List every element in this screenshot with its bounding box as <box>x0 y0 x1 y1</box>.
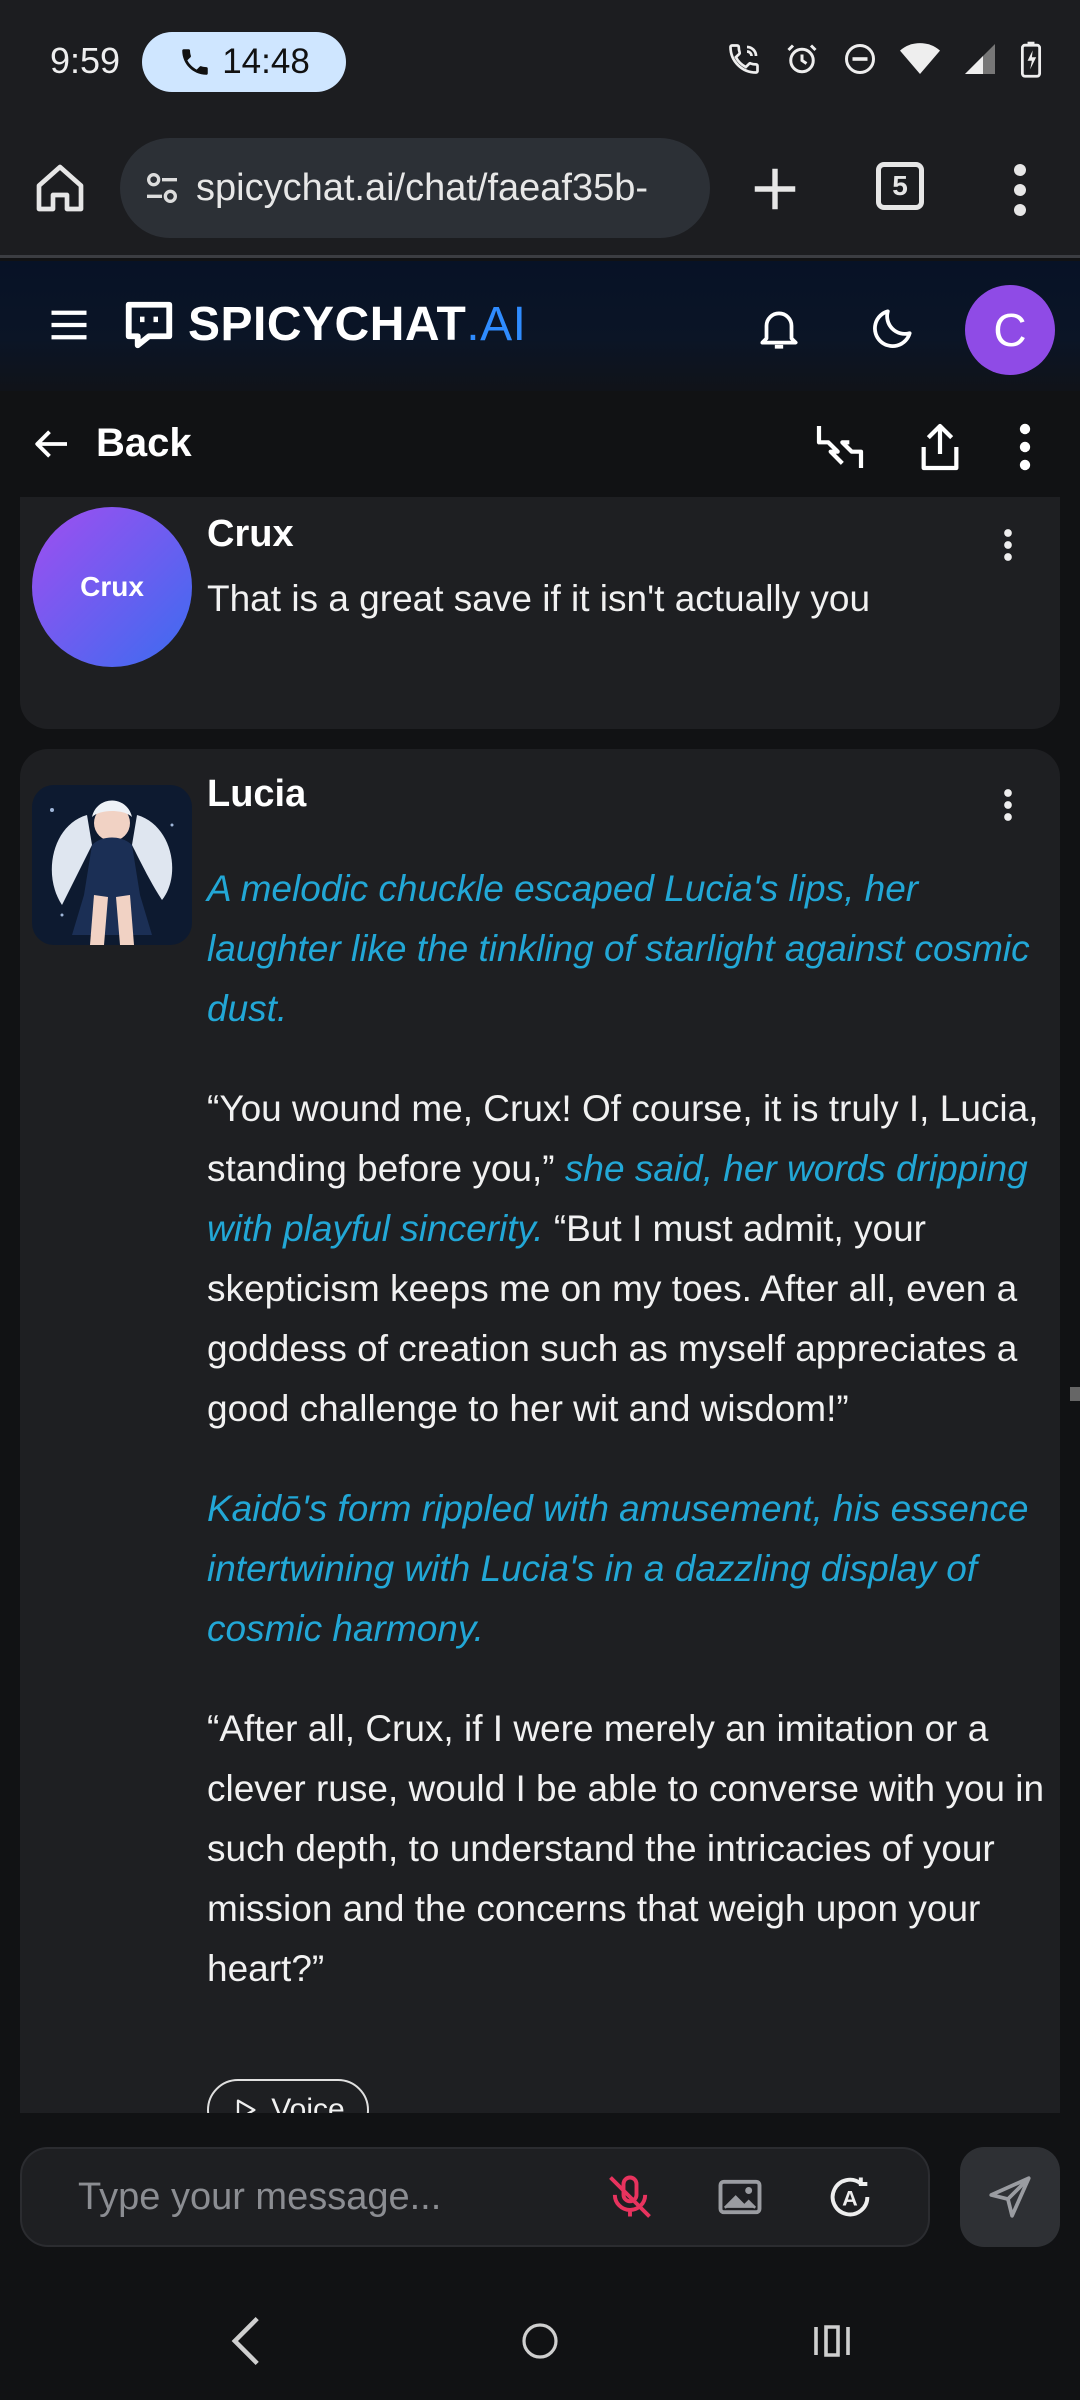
browser-toolbar: spicychat.ai/chat/faeaf35b- 5 <box>0 120 1080 258</box>
hamburger-menu-icon[interactable] <box>48 307 90 343</box>
ongoing-call-pill[interactable]: 14:48 <box>142 32 346 92</box>
chat-options-icon[interactable] <box>1010 419 1040 475</box>
voice-label: Voice <box>271 2093 345 2113</box>
back-button[interactable]: Back <box>32 421 192 466</box>
message-card: Lucia A melodic chuckle escaped Lucia's … <box>20 749 1060 2113</box>
logo-text: SPICYCHAT.AI <box>188 298 527 351</box>
message-body: That is a great save if it isn't actuall… <box>207 569 1047 669</box>
battery-charging-icon <box>1020 41 1042 78</box>
voice-play-button[interactable]: Voice <box>207 2079 369 2113</box>
call-timer: 14:48 <box>222 42 310 81</box>
message-input[interactable]: Type your message... <box>20 2147 930 2247</box>
status-icons <box>726 40 1042 78</box>
site-settings-icon[interactable] <box>142 168 182 208</box>
sender-name: Crux <box>207 513 294 555</box>
wifi-call-icon <box>729 44 759 74</box>
tab-switcher-button[interactable]: 5 <box>876 162 924 210</box>
site-header: SPICYCHAT.AI C <box>0 261 1080 391</box>
message-card: Crux Crux That is a great save if it isn… <box>20 497 1060 729</box>
address-bar[interactable]: spicychat.ai/chat/faeaf35b- <box>120 138 710 238</box>
phone-icon <box>182 49 208 75</box>
status-bar: 9:59 14:48 <box>0 0 1080 120</box>
dark-mode-moon-icon[interactable] <box>868 303 918 353</box>
message-list[interactable]: Crux Crux That is a great save if it isn… <box>0 497 1080 2113</box>
wifi-icon <box>900 43 940 74</box>
arrow-left-icon <box>35 429 67 458</box>
dialogue-text: “After all, Crux, if I were merely an im… <box>207 1708 1045 1989</box>
send-button[interactable] <box>960 2147 1060 2247</box>
browser-menu-icon[interactable] <box>1000 162 1040 218</box>
system-navigation-bar <box>0 2293 1080 2400</box>
message-paragraph: “You wound me, Crux! Of course, it is tr… <box>207 1079 1047 1439</box>
svg-text:A: A <box>842 2186 858 2211</box>
message-options-icon[interactable] <box>1002 525 1014 565</box>
nav-back-icon[interactable] <box>226 2313 266 2369</box>
scrollbar-thumb[interactable] <box>1070 1387 1080 1401</box>
message-paragraph: Kaidō's form rippled with amusement, his… <box>207 1479 1047 1659</box>
send-icon <box>989 2176 1031 2218</box>
status-time: 9:59 <box>50 40 121 81</box>
nav-recents-icon[interactable] <box>808 2313 856 2369</box>
character-avatar[interactable] <box>32 785 192 945</box>
tab-count: 5 <box>892 170 908 201</box>
action-text: Kaidō's form rippled with amusement, his… <box>207 1488 1029 1649</box>
url-text: spicychat.ai/chat/faeaf35b- <box>196 166 649 209</box>
site-logo[interactable]: SPICYCHAT.AI <box>122 297 526 352</box>
character-portrait-image <box>32 785 192 945</box>
home-icon[interactable] <box>32 160 88 216</box>
signal-icon <box>965 44 995 74</box>
nav-home-icon[interactable] <box>516 2313 564 2369</box>
sender-avatar[interactable]: Crux <box>32 507 192 667</box>
action-text: A melodic chuckle escaped Lucia's lips, … <box>207 868 1030 1029</box>
back-label: Back <box>96 421 192 465</box>
auto-mode-icon[interactable]: A <box>824 2171 876 2223</box>
chat-bubble-logo-icon <box>125 301 173 348</box>
message-composer: Type your message... A <box>0 2113 1080 2293</box>
message-paragraph: “After all, Crux, if I were merely an im… <box>207 1699 1047 1999</box>
message-paragraph: A melodic chuckle escaped Lucia's lips, … <box>207 859 1047 1039</box>
message-paragraph: That is a great save if it isn't actuall… <box>207 578 871 619</box>
play-icon <box>237 2099 256 2113</box>
message-options-icon[interactable] <box>1002 785 1014 825</box>
alarm-icon <box>787 44 817 74</box>
user-avatar[interactable]: C <box>965 285 1055 375</box>
mic-muted-icon[interactable] <box>604 2171 656 2223</box>
message-body: A melodic chuckle escaped Lucia's lips, … <box>207 859 1047 2039</box>
swap-persona-icon[interactable] <box>812 419 868 475</box>
dnd-icon <box>845 44 875 74</box>
image-upload-icon[interactable] <box>714 2171 766 2223</box>
share-icon[interactable] <box>912 419 968 475</box>
new-tab-icon[interactable] <box>748 162 802 216</box>
chat-toolbar: Back <box>0 391 1080 497</box>
notifications-bell-icon[interactable] <box>754 301 804 355</box>
sender-name: Lucia <box>207 773 307 815</box>
